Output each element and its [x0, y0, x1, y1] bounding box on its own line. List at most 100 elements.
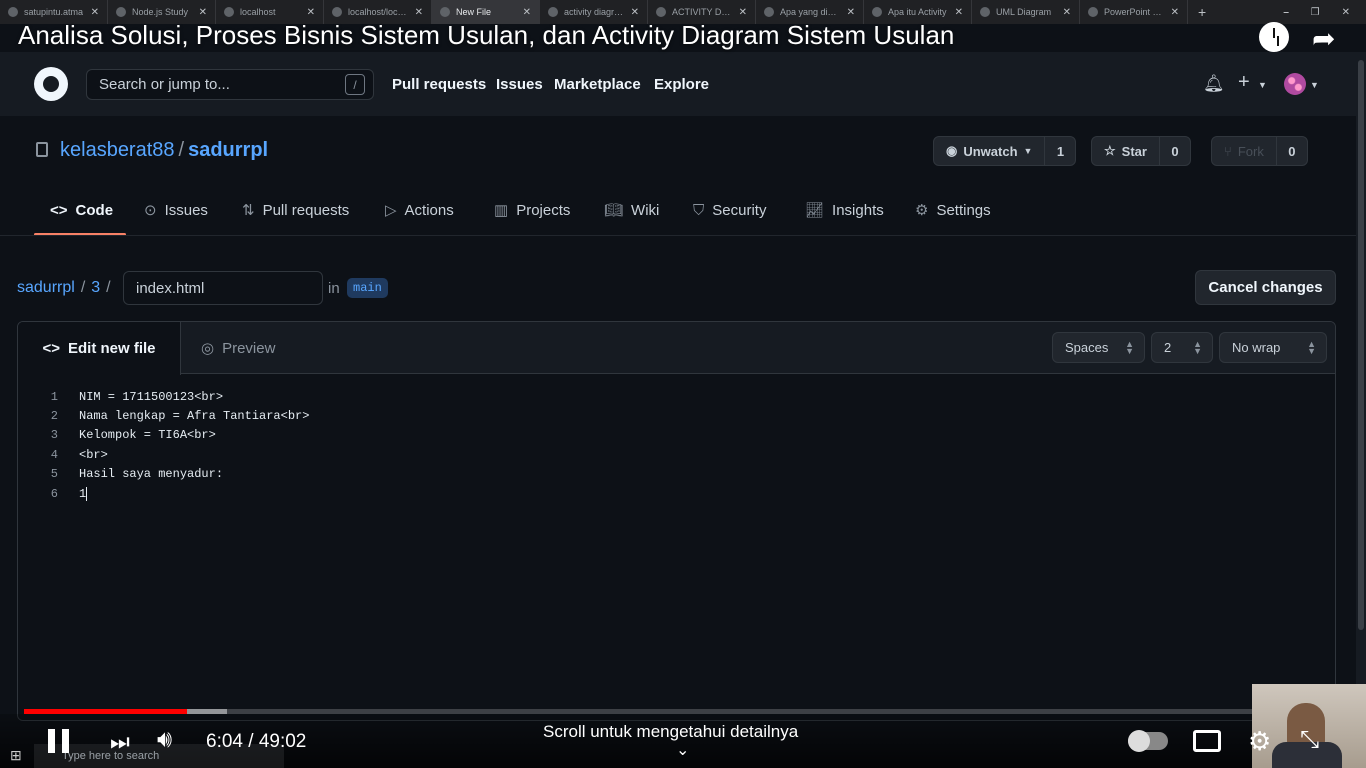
pause-button[interactable] — [48, 729, 70, 753]
code-icon: <> — [50, 201, 68, 219]
scroll-hint[interactable]: Scroll untuk mengetahui detailnya — [543, 722, 798, 742]
line-content[interactable]: Nama lengkap = Afra Tantiara<br> — [79, 409, 309, 423]
wrap-mode-select[interactable]: No wrap ▲ ▼ — [1219, 332, 1327, 363]
gear-icon[interactable]: ⚙︎ — [1248, 726, 1271, 757]
window-controls: ⎯ ❐ ✕ — [1284, 7, 1366, 18]
breadcrumb-separator: / — [80, 279, 86, 296]
unwatch-button[interactable]: ◉ Unwatch ▼ — [934, 137, 1046, 165]
autoplay-toggle[interactable] — [1128, 730, 1168, 752]
line-number: 5 — [50, 467, 58, 482]
subtitles-button[interactable] — [1193, 730, 1221, 752]
line-content[interactable]: <br> — [79, 448, 108, 462]
nav-issues[interactable]: Issues — [496, 76, 543, 93]
new-tab-button[interactable]: + — [1188, 4, 1216, 20]
tab-insights[interactable]: 📈︎ Insights — [805, 199, 884, 221]
close-icon[interactable]: ✕ — [91, 7, 99, 18]
close-icon[interactable]: ✕ — [739, 7, 747, 18]
user-avatar[interactable] — [1284, 73, 1306, 95]
search-input[interactable]: Search or jump to... — [86, 69, 374, 100]
tab-actions[interactable]: ▷ Actions — [385, 199, 454, 221]
tab-wiki[interactable]: 📖︎ Wiki — [604, 199, 659, 221]
line-content[interactable]: NIM = 1711500123<br> — [79, 390, 223, 404]
star-icon: ☆ — [1104, 143, 1116, 158]
tab-label: Insights — [832, 201, 884, 219]
share-icon[interactable]: ➦ — [1312, 22, 1335, 55]
code-line[interactable]: 1 NIM = 1711500123<br> — [18, 387, 1335, 406]
nav-pull-requests[interactable]: Pull requests — [392, 76, 486, 93]
star-label: Star — [1121, 143, 1147, 159]
clock-icon[interactable] — [1259, 22, 1289, 52]
chevron-down-icon[interactable]: ▼ — [1258, 80, 1267, 90]
code-area[interactable]: 1 NIM = 1711500123<br> 2 Nama lengkap = Afr… — [18, 375, 1335, 720]
tab-code[interactable]: <> Code — [50, 199, 113, 221]
indent-mode-select[interactable]: Spaces ▲ ▼ — [1052, 332, 1145, 363]
tab-preview[interactable]: ◎ Preview — [181, 322, 295, 374]
window-control-button[interactable]: ⎯ — [1284, 7, 1289, 18]
code-line[interactable]: 5 Hasil saya menyadur: — [18, 465, 1335, 484]
repo-owner-link[interactable]: kelasberat88 — [60, 139, 175, 161]
close-icon[interactable]: ✕ — [631, 7, 639, 18]
chevron-down-icon[interactable]: ▼ — [1310, 80, 1319, 90]
breadcrumb-repo-link[interactable]: sadurrpl — [17, 279, 75, 296]
favicon-icon — [980, 7, 990, 17]
filename-input[interactable]: index.html — [123, 271, 323, 305]
cancel-changes-button[interactable]: Cancel changes — [1195, 270, 1336, 305]
star-count[interactable]: 0 — [1160, 137, 1190, 165]
volume-icon[interactable]: 🔊︎ — [157, 726, 172, 754]
browser-tab-label: Apa itu Activity — [888, 7, 947, 17]
github-logo-icon[interactable] — [34, 67, 68, 101]
next-video-button[interactable]: ⏭︎ — [110, 729, 130, 755]
browser-tab[interactable]: PowerPoint Pre ✕ — [1080, 0, 1188, 24]
close-icon[interactable]: ✕ — [415, 7, 423, 18]
line-content[interactable]: Hasil saya menyadur: — [79, 467, 223, 481]
close-icon[interactable]: ✕ — [847, 7, 855, 18]
video-title[interactable]: Analisa Solusi, Proses Bisnis Sistem Usu… — [18, 20, 954, 51]
chevron-down-icon[interactable]: ⌄ — [676, 740, 689, 760]
nav-marketplace[interactable]: Marketplace — [554, 76, 641, 93]
nav-explore[interactable]: Explore — [654, 76, 709, 93]
tab-label: Actions — [404, 201, 454, 219]
create-new-plus-icon[interactable]: + — [1238, 71, 1250, 94]
star-button-group: ☆ Star 0 — [1091, 136, 1191, 166]
line-text: Nama lengkap = Afra Tantiara<br> — [79, 409, 310, 424]
windows-start-icon[interactable]: ⊞ — [10, 747, 22, 764]
tab-edit-label: Edit new file — [68, 340, 156, 357]
close-icon[interactable]: ✕ — [199, 7, 207, 18]
close-icon[interactable]: ✕ — [1063, 7, 1071, 18]
code-line[interactable]: 4 <br> — [18, 445, 1335, 464]
tab-settings[interactable]: ⚙︎ Settings — [915, 199, 991, 221]
window-control-button[interactable]: ❐ — [1311, 7, 1320, 18]
browser-tab[interactable]: UML Diagram ✕ — [972, 0, 1080, 24]
code-line[interactable]: 3 Kelompok = TI6A<br> — [18, 426, 1335, 445]
chevron-down-icon: ▼ — [1023, 146, 1033, 156]
watch-count[interactable]: 1 — [1045, 137, 1075, 165]
line-number: 2 — [50, 409, 58, 424]
tab-edit-new-file[interactable]: <> Edit new file — [18, 322, 181, 375]
tab-issues[interactable]: ⊙ Issues — [144, 199, 208, 221]
notifications-bell-icon[interactable]: 🔔︎ — [1203, 74, 1225, 94]
issue-icon: ⊙ — [144, 202, 157, 219]
close-icon[interactable]: ✕ — [955, 7, 963, 18]
code-line[interactable]: 61 — [18, 484, 1335, 503]
repo-name-link[interactable]: sadurrpl — [188, 139, 268, 161]
window-control-button[interactable]: ✕ — [1342, 7, 1350, 18]
tab-label: Security — [712, 201, 767, 219]
tab-security[interactable]: ⛉ Security — [693, 199, 766, 221]
line-content[interactable]: Kelompok = TI6A<br> — [79, 428, 216, 442]
page-scrollbar-thumb[interactable] — [1358, 60, 1364, 630]
close-icon[interactable]: ✕ — [1171, 7, 1179, 18]
close-icon[interactable]: ✕ — [307, 7, 315, 18]
star-button[interactable]: ☆ Star — [1092, 137, 1160, 165]
favicon-icon — [224, 7, 234, 17]
fork-button[interactable]: ⑂ Fork — [1212, 137, 1277, 165]
breadcrumb-folder-link[interactable]: 3 — [91, 279, 100, 296]
tab-pull-requests[interactable]: ⇅ Pull requests — [242, 199, 349, 221]
line-content[interactable]: 1 — [79, 486, 88, 501]
close-icon[interactable]: ✕ — [523, 7, 531, 18]
code-line[interactable]: 2 Nama lengkap = Afra Tantiara<br> — [18, 406, 1335, 425]
indent-size-select[interactable]: 2 ▲ ▼ — [1151, 332, 1213, 363]
exit-fullscreen-icon[interactable]: ⤡ — [1300, 726, 1319, 754]
tab-projects[interactable]: ▥ Projects — [494, 199, 570, 221]
browser-tab-label: satupintu.atma — [24, 7, 84, 17]
fork-count[interactable]: 0 — [1277, 137, 1307, 165]
